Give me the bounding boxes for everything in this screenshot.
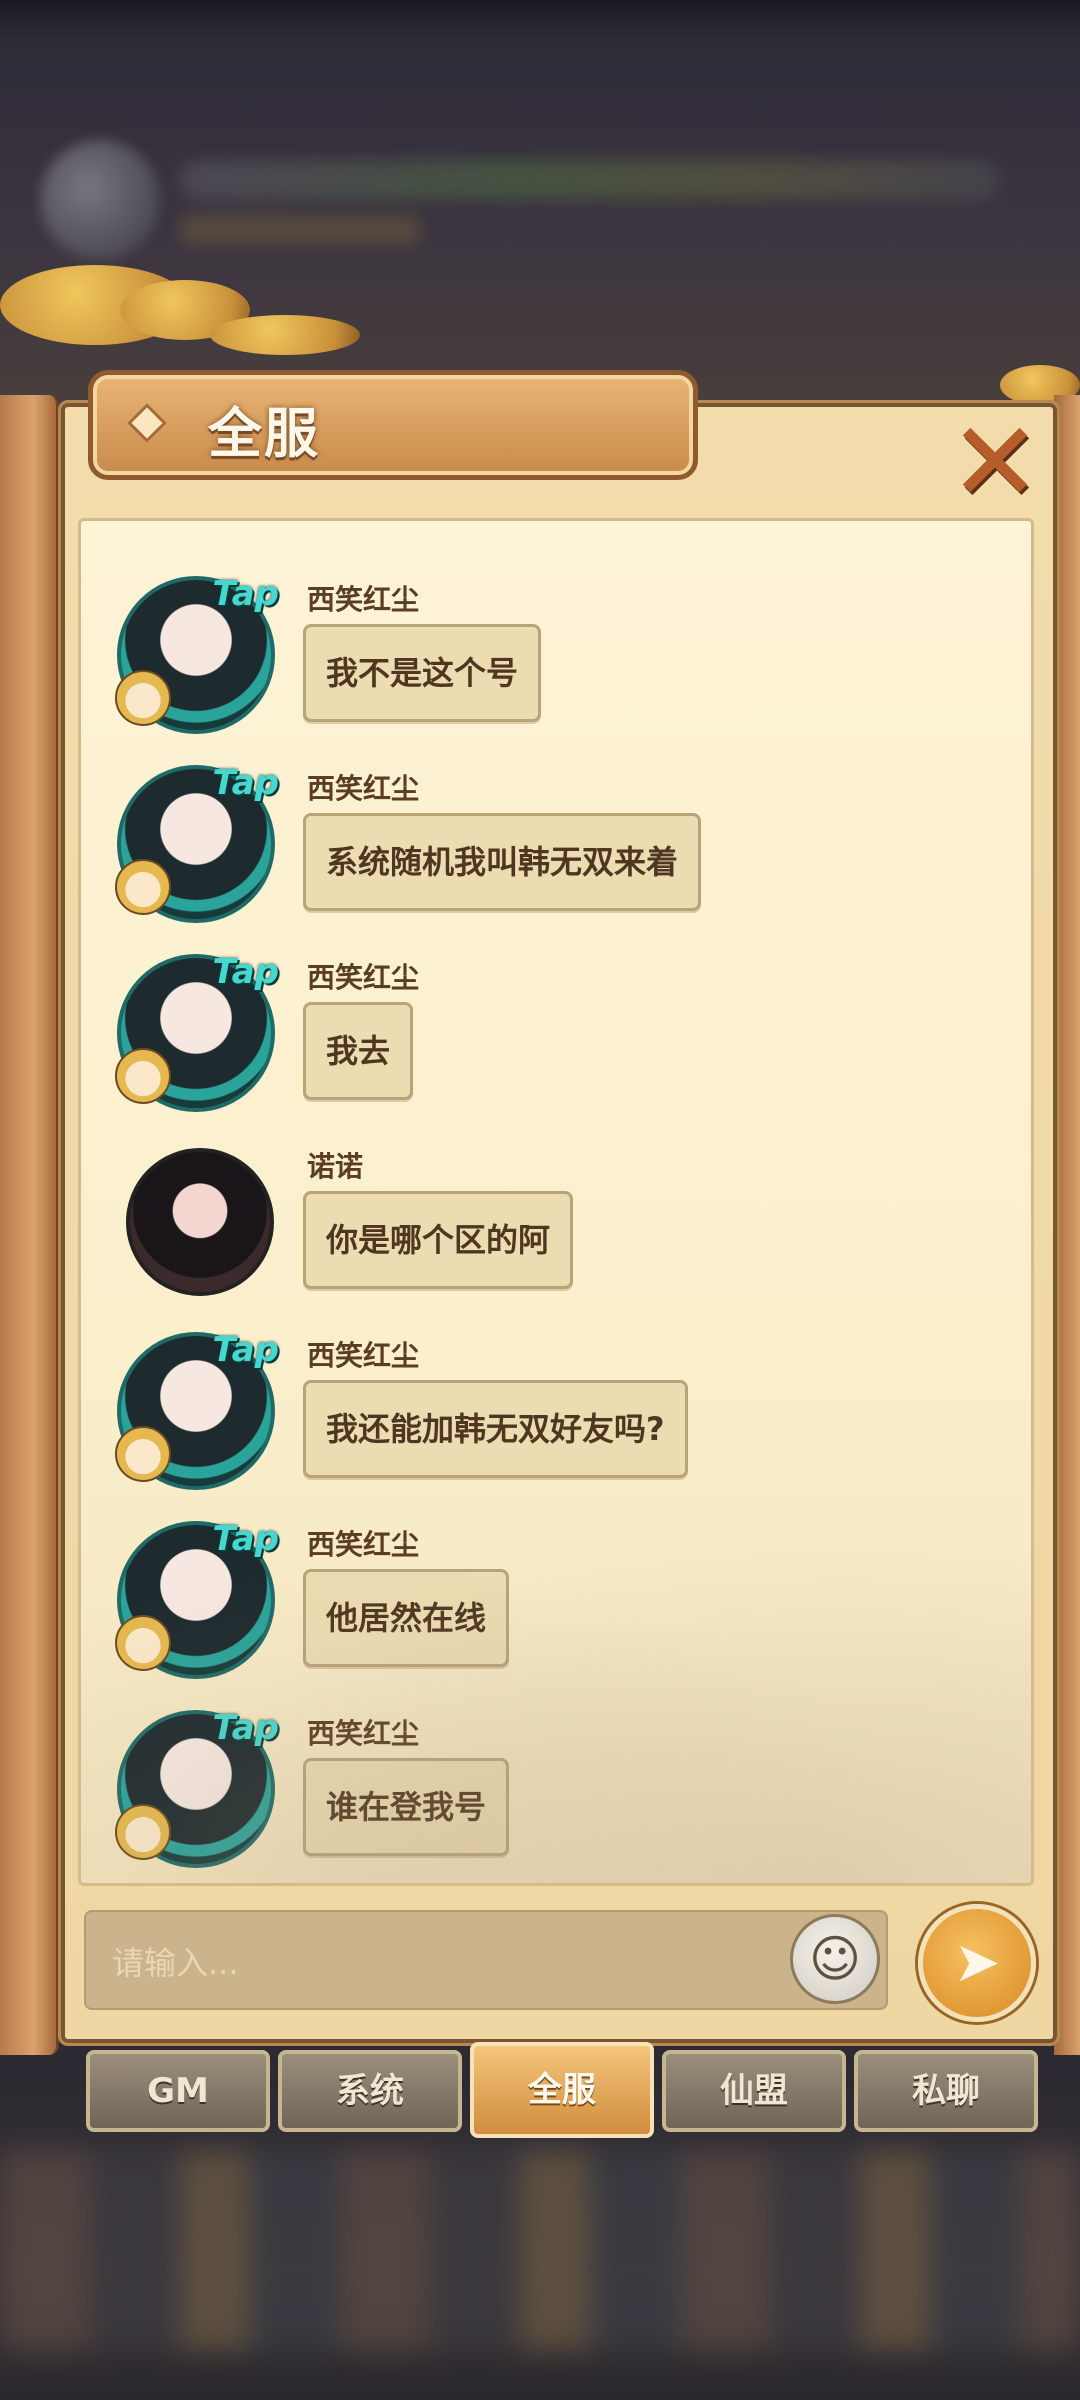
tab-all-server[interactable]: 全服	[470, 2042, 654, 2138]
panel-title: 全服	[208, 402, 320, 465]
emoji-button[interactable]: ☺	[790, 1914, 880, 2004]
panel-title-bar: 全服	[88, 370, 698, 480]
blurred-player-avatar	[40, 140, 160, 260]
sender-name: 西笑红尘	[307, 1339, 420, 1372]
chat-input[interactable]: 请输入...	[84, 1910, 888, 2010]
chibi-icon	[115, 1615, 171, 1671]
chat-message: 诺诺 你是哪个区的阿	[81, 1133, 1031, 1313]
chibi-icon	[115, 859, 171, 915]
avatar-badge: Tap	[212, 1330, 279, 1370]
chat-message: Tap 西笑红尘 谁在登我号	[81, 1700, 1031, 1880]
chat-message: Tap 西笑红尘 系统随机我叫韩无双来着	[81, 755, 1031, 935]
tab-system[interactable]: 系统	[278, 2050, 462, 2132]
close-icon: ✕	[948, 398, 1042, 526]
avatar-badge: Tap	[212, 1708, 279, 1748]
avatar-badge: Tap	[212, 952, 279, 992]
sender-name: 西笑红尘	[307, 583, 420, 616]
sender-avatar[interactable]: Tap	[115, 1708, 279, 1868]
scroll-left-edge	[0, 395, 59, 2055]
message-bubble: 他居然在线	[303, 1569, 510, 1667]
message-bubble: 我不是这个号	[303, 624, 542, 722]
chat-message: Tap 西笑红尘 我还能加韩无双好友吗?	[81, 1322, 1031, 1502]
paper-plane-icon: ➤	[953, 1930, 1001, 1995]
sender-avatar[interactable]: Tap	[115, 763, 279, 923]
sender-avatar[interactable]: Tap	[115, 1330, 279, 1490]
chibi-icon	[115, 1804, 171, 1860]
message-bubble: 系统随机我叫韩无双来着	[303, 813, 702, 911]
sender-name: 西笑红尘	[307, 1717, 420, 1750]
blurred-characters	[0, 2150, 1080, 2350]
message-bubble: 我还能加韩无双好友吗?	[303, 1380, 688, 1478]
sender-name: 诺诺	[307, 1150, 364, 1183]
channel-tabs: GM 系统 全服 仙盟 私聊	[78, 2042, 1038, 2138]
chibi-icon	[115, 1048, 171, 1104]
tab-private[interactable]: 私聊	[854, 2050, 1038, 2132]
chat-message: Tap 西笑红尘 我不是这个号	[81, 566, 1031, 746]
sender-name: 西笑红尘	[307, 961, 420, 994]
message-bubble: 谁在登我号	[303, 1758, 510, 1856]
sender-avatar[interactable]	[126, 1148, 274, 1296]
gold-cloud-decoration	[210, 315, 360, 355]
game-background-top	[0, 0, 1080, 420]
sender-avatar[interactable]: Tap	[115, 1519, 279, 1679]
avatar-badge: Tap	[212, 1519, 279, 1559]
tab-gm[interactable]: GM	[86, 2050, 270, 2132]
send-button[interactable]: ➤	[918, 1904, 1036, 2022]
diamond-ornament-icon	[127, 403, 167, 443]
tab-guild[interactable]: 仙盟	[662, 2050, 846, 2132]
blurred-resource-bar	[180, 160, 1000, 200]
chibi-icon	[115, 1426, 171, 1482]
sender-name: 西笑红尘	[307, 1528, 420, 1561]
chibi-icon	[115, 670, 171, 726]
avatar-badge: Tap	[212, 574, 279, 614]
message-bubble: 我去	[303, 1002, 414, 1100]
avatar-badge: Tap	[212, 763, 279, 803]
chat-input-placeholder: 请输入...	[112, 1944, 239, 1982]
sender-avatar[interactable]: Tap	[115, 952, 279, 1112]
message-bubble: 你是哪个区的阿	[303, 1191, 574, 1289]
chat-message-list[interactable]: Tap 西笑红尘 我不是这个号 Tap 西笑红尘 系统随机我叫韩无双来着 Tap…	[78, 518, 1034, 1886]
blurred-player-info	[180, 215, 420, 245]
close-button[interactable]: ✕	[945, 407, 1045, 517]
sender-name: 西笑红尘	[307, 772, 420, 805]
smiley-icon: ☺	[808, 1930, 862, 1988]
chat-message: Tap 西笑红尘 他居然在线	[81, 1511, 1031, 1691]
sender-avatar[interactable]: Tap	[115, 574, 279, 734]
chat-message: Tap 西笑红尘 我去	[81, 944, 1031, 1124]
